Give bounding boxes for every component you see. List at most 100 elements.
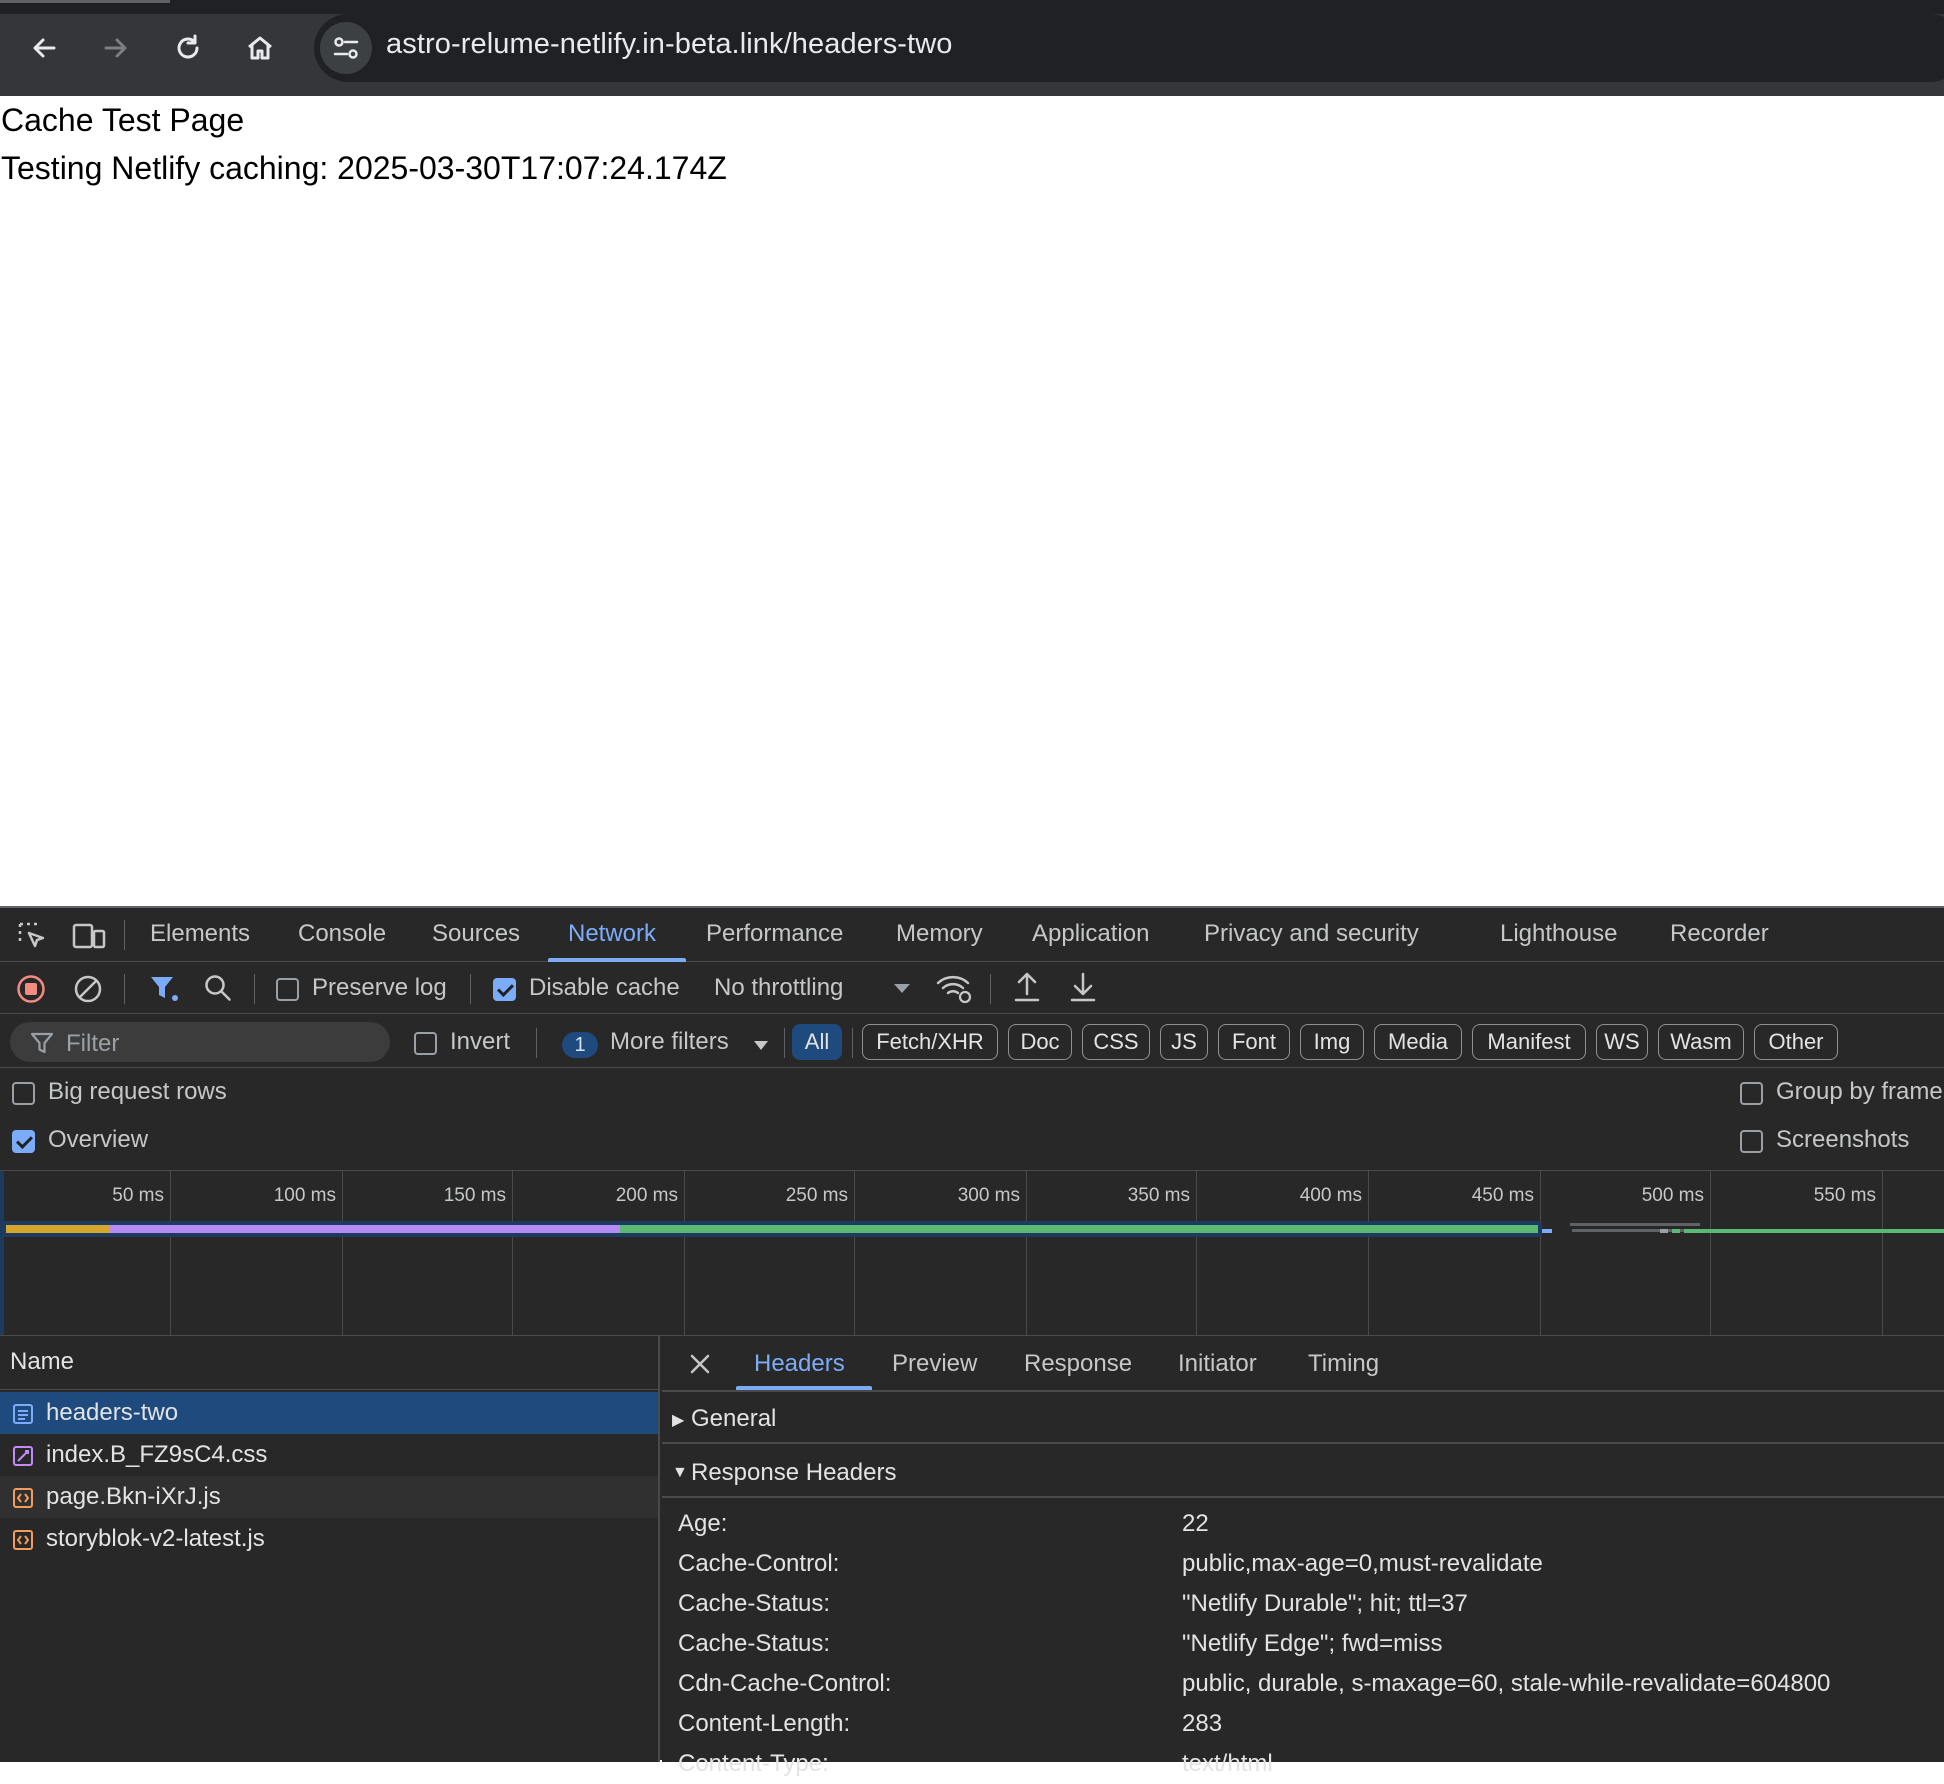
big-request-rows-label: Big request rows <box>48 1078 227 1105</box>
screenshots-checkbox[interactable] <box>1740 1130 1763 1153</box>
header-value: public,max-age=0,must-revalidate <box>1182 1550 1543 1577</box>
throttling-select[interactable]: No throttling <box>714 974 843 1002</box>
tab-application[interactable]: Application <box>1032 920 1149 948</box>
tick-label: 350 ms <box>1127 1185 1190 1206</box>
request-row[interactable]: index.B_FZ9sC4.css <box>0 1434 658 1476</box>
overview-checkbox[interactable] <box>12 1130 35 1153</box>
tab-network[interactable]: Network <box>568 920 656 948</box>
back-button[interactable] <box>20 24 68 72</box>
grid-line <box>684 1171 685 1335</box>
tab-memory[interactable]: Memory <box>896 920 983 948</box>
type-chip-fetch-xhr[interactable]: Fetch/XHR <box>862 1024 998 1060</box>
overview-label: Overview <box>48 1126 149 1153</box>
invert-checkbox[interactable] <box>414 1032 437 1055</box>
tick-label: 200 ms <box>615 1185 678 1206</box>
more-filters-button[interactable]: More filters <box>610 1028 729 1056</box>
stop-recording-button[interactable] <box>16 974 46 1004</box>
tab-headers[interactable]: Headers <box>754 1350 845 1378</box>
overview-bar-small <box>1570 1223 1700 1226</box>
filter-placeholder: Filter <box>66 1030 120 1057</box>
header-row: Content-Type: text/html <box>662 1744 1944 1784</box>
disable-cache-checkbox[interactable] <box>493 978 516 1001</box>
type-chip-media[interactable]: Media <box>1374 1024 1462 1060</box>
type-chip-css[interactable]: CSS <box>1082 1024 1150 1060</box>
response-headers-section-header[interactable]: ▼ Response Headers <box>662 1446 1944 1498</box>
tab-performance[interactable]: Performance <box>706 920 843 948</box>
request-name: index.B_FZ9sC4.css <box>46 1441 268 1468</box>
grid-line <box>1540 1171 1541 1335</box>
search-button[interactable] <box>202 972 234 1004</box>
import-har-button[interactable] <box>1012 970 1042 1004</box>
details-tabbar: Headers Preview Response Initiator Timin… <box>662 1336 1944 1392</box>
reload-button[interactable] <box>164 24 212 72</box>
general-label: General <box>691 1405 777 1432</box>
type-chip-img[interactable]: Img <box>1300 1024 1364 1060</box>
type-chip-other[interactable]: Other <box>1754 1024 1838 1060</box>
tab-initiator[interactable]: Initiator <box>1178 1350 1257 1378</box>
request-name: headers-two <box>46 1399 179 1426</box>
type-chip-ws[interactable]: WS <box>1596 1024 1648 1060</box>
toolbar-divider <box>536 1028 537 1058</box>
big-request-rows-checkbox[interactable] <box>12 1082 35 1105</box>
general-section-header[interactable]: ▶ General <box>662 1392 1944 1444</box>
tick-label: 50 ms <box>112 1185 164 1206</box>
type-chip-all[interactable]: All <box>792 1024 842 1060</box>
header-name: Cache-Control: <box>678 1550 840 1577</box>
header-value: "Netlify Edge"; fwd=miss <box>1182 1630 1443 1657</box>
screenshots-label: Screenshots <box>1776 1126 1910 1153</box>
chevron-down-icon[interactable] <box>754 1041 768 1050</box>
header-value: 283 <box>1182 1710 1223 1737</box>
search-icon <box>205 975 231 1001</box>
type-chip-font[interactable]: Font <box>1218 1024 1290 1060</box>
type-chip-wasm[interactable]: Wasm <box>1658 1024 1744 1060</box>
forward-button[interactable] <box>92 24 140 72</box>
grid-line <box>342 1171 343 1335</box>
overview-bar-download <box>1684 1229 1944 1233</box>
wifi-settings-icon <box>936 975 972 1004</box>
tab-privacy-and-security[interactable]: Privacy and security <box>1204 920 1419 948</box>
arrow-right-icon <box>104 38 127 58</box>
export-har-button[interactable] <box>1068 970 1098 1004</box>
header-value: public, durable, s-maxage=60, stale-whil… <box>1182 1670 1831 1697</box>
tab-preview[interactable]: Preview <box>892 1350 977 1378</box>
tab-response[interactable]: Response <box>1024 1350 1132 1378</box>
toolbar-divider <box>124 974 125 1004</box>
type-chip-manifest[interactable]: Manifest <box>1472 1024 1586 1060</box>
header-name: Content-Type: <box>678 1750 829 1777</box>
network-conditions-button[interactable] <box>934 970 974 1006</box>
tab-elements[interactable]: Elements <box>150 920 250 948</box>
url-text[interactable]: astro-relume-netlify.in-beta.link/header… <box>386 28 952 61</box>
chevron-down-icon[interactable] <box>894 984 910 993</box>
tick-label: 550 ms <box>1813 1185 1876 1206</box>
header-row: Content-Length: 283 <box>662 1704 1944 1744</box>
overview-left-edge <box>0 1171 4 1335</box>
disable-cache-label: Disable cache <box>529 974 680 1001</box>
tab-console[interactable]: Console <box>298 920 386 948</box>
preserve-log-checkbox[interactable] <box>276 978 299 1001</box>
clear-button[interactable] <box>73 974 103 1004</box>
tab-lighthouse[interactable]: Lighthouse <box>1500 920 1617 948</box>
name-column-header[interactable]: Name <box>0 1336 660 1390</box>
type-chip-doc[interactable]: Doc <box>1008 1024 1072 1060</box>
request-row[interactable]: headers-two <box>0 1392 658 1434</box>
page-heading: Cache Test Page <box>1 102 245 138</box>
filter-toggle-button[interactable] <box>148 972 180 1004</box>
grid-line <box>854 1171 855 1335</box>
device-toolbar-icon[interactable] <box>72 920 106 952</box>
type-chip-js[interactable]: JS <box>1160 1024 1208 1060</box>
site-info-button[interactable] <box>320 22 372 74</box>
close-icon[interactable] <box>688 1352 712 1376</box>
tab-timing[interactable]: Timing <box>1308 1350 1379 1378</box>
request-details-panel: Headers Preview Response Initiator Timin… <box>662 1336 1944 1777</box>
request-row[interactable]: page.Bkn-iXrJ.js <box>0 1476 658 1518</box>
home-button[interactable] <box>236 24 284 72</box>
network-overview-timeline[interactable]: 50 ms 100 ms 150 ms 200 ms 250 ms 300 ms… <box>0 1170 1944 1336</box>
tab-recorder[interactable]: Recorder <box>1670 920 1769 948</box>
tab-sources[interactable]: Sources <box>432 920 520 948</box>
header-row: Cdn-Cache-Control: public, durable, s-ma… <box>662 1664 1944 1704</box>
header-row: Cache-Status: "Netlify Durable"; hit; tt… <box>662 1584 1944 1624</box>
request-row[interactable]: storyblok-v2-latest.js <box>0 1518 658 1560</box>
group-by-frame-checkbox[interactable] <box>1740 1082 1763 1105</box>
overview-bar-small <box>1542 1229 1552 1233</box>
inspect-element-icon[interactable] <box>16 920 48 952</box>
